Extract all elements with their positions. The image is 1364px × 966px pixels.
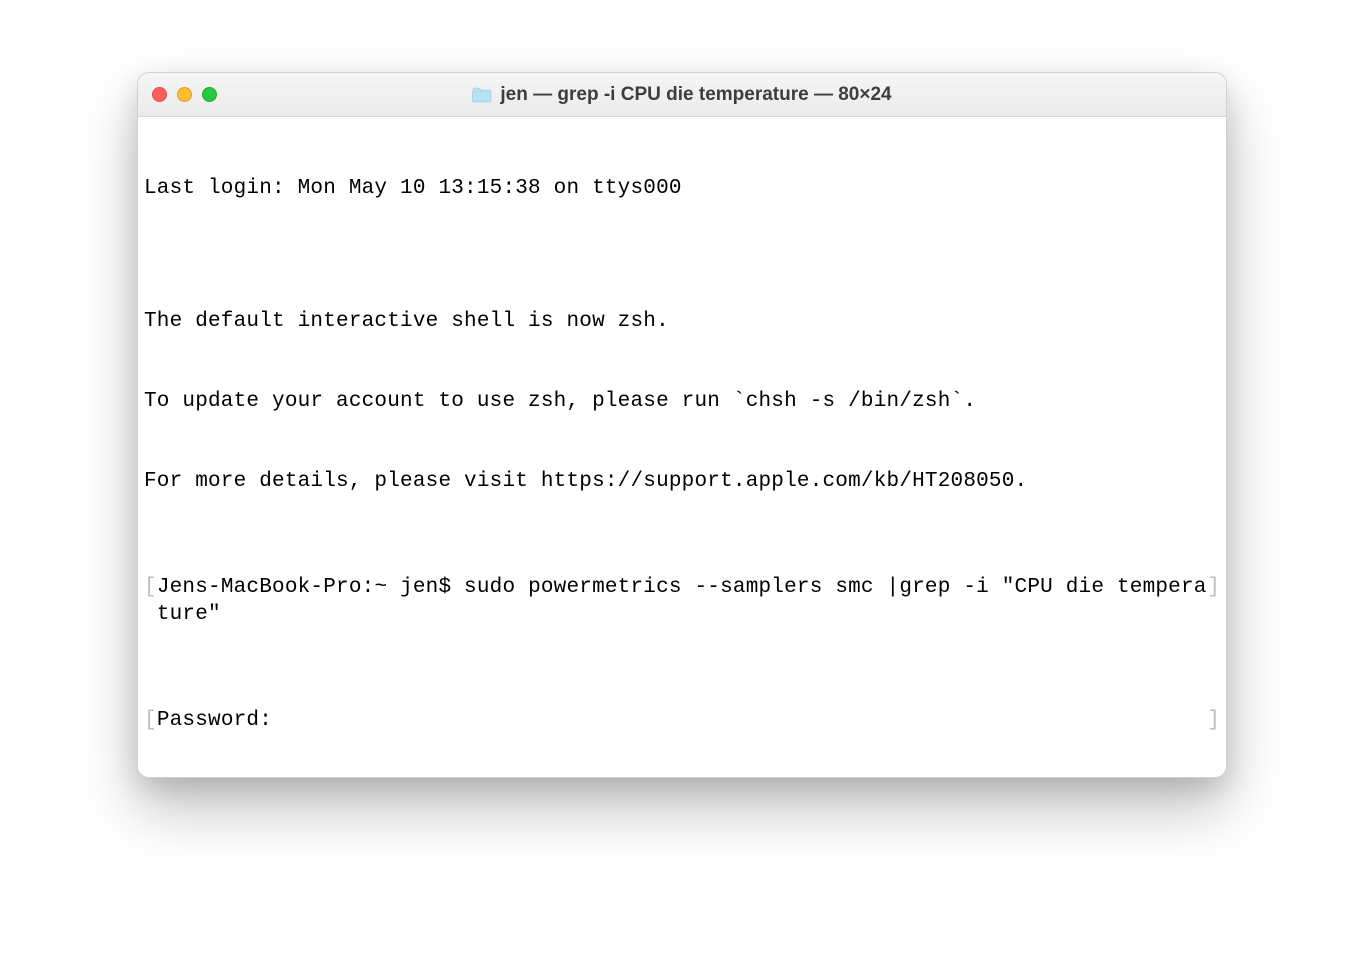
zsh-notice-line: The default interactive shell is now zsh… <box>140 309 1224 336</box>
zsh-notice-line: To update your account to use zsh, pleas… <box>140 389 1224 416</box>
password-close-bracket: ] <box>1207 708 1220 735</box>
prompt-open-bracket: [ <box>144 575 157 602</box>
zoom-button[interactable] <box>202 87 217 102</box>
window-title: jen — grep -i CPU die temperature — 80×2… <box>138 84 1226 106</box>
folder-icon <box>472 87 492 103</box>
minimize-button[interactable] <box>177 87 192 102</box>
close-button[interactable] <box>152 87 167 102</box>
zsh-notice-line: For more details, please visit https://s… <box>140 469 1224 496</box>
prompt-close-bracket: ] <box>1207 575 1220 602</box>
password-text: Password: <box>157 708 1207 735</box>
titlebar[interactable]: jen — grep -i CPU die temperature — 80×2… <box>138 73 1226 117</box>
traffic-lights <box>152 87 217 102</box>
prompt-text: Jens-MacBook-Pro:~ jen$ sudo powermetric… <box>157 575 1207 628</box>
password-line: [Password:] <box>140 708 1224 735</box>
prompt-line: [Jens-MacBook-Pro:~ jen$ sudo powermetri… <box>140 575 1224 628</box>
window-title-text: jen — grep -i CPU die temperature — 80×2… <box>500 84 891 106</box>
terminal-body[interactable]: Last login: Mon May 10 13:15:38 on ttys0… <box>138 117 1226 777</box>
last-login-line: Last login: Mon May 10 13:15:38 on ttys0… <box>140 176 1224 203</box>
terminal-window: jen — grep -i CPU die temperature — 80×2… <box>137 72 1227 778</box>
password-open-bracket: [ <box>144 708 157 735</box>
